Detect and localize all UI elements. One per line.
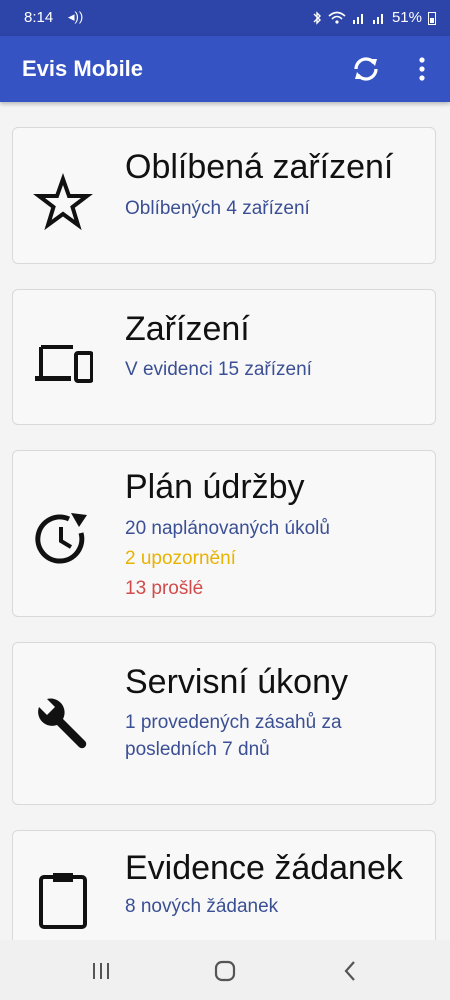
sound-icon: ◂)) [68, 9, 84, 24]
card-title: Servisní úkony [125, 663, 348, 701]
recent-apps-icon[interactable] [88, 958, 114, 984]
home-icon[interactable] [212, 958, 238, 984]
schedule-icon [35, 513, 87, 564]
clipboard-icon [39, 873, 87, 929]
card-title: Zařízení [125, 310, 250, 348]
wifi-icon [328, 11, 346, 24]
app-bar: Evis Mobile [0, 36, 450, 102]
bluetooth-icon [313, 10, 321, 25]
card-service-actions[interactable]: Servisní úkony 1 provedených zásahů za p… [12, 642, 436, 805]
status-time: 8:14 [24, 9, 54, 26]
card-requests[interactable]: Evidence žádanek 8 nových žádanek [12, 830, 436, 940]
battery-level: 51% [391, 9, 422, 26]
devices-icon [35, 345, 93, 383]
status-right: 51% [312, 9, 436, 26]
star-icon [33, 173, 93, 231]
system-nav-bar [0, 940, 450, 1000]
battery-icon [428, 11, 436, 25]
wrench-icon [38, 698, 87, 749]
signal-icon-2 [372, 13, 383, 24]
back-icon[interactable] [338, 958, 364, 984]
dashboard-list: Oblíbená zařízení Oblíbených 4 zařízení … [0, 102, 450, 940]
card-favorite-devices[interactable]: Oblíbená zařízení Oblíbených 4 zařízení [12, 127, 436, 264]
signal-icon [352, 13, 363, 24]
card-subtitle: 1 provedených zásahů za posledních 7 dnů [125, 712, 342, 760]
status-bar: 8:14 ◂)) 51% [0, 0, 450, 36]
card-title: Plán údržby [125, 468, 305, 506]
more-menu-icon[interactable] [412, 53, 432, 85]
card-devices[interactable]: Zařízení V evidenci 15 zařízení [12, 289, 436, 425]
refresh-icon[interactable] [350, 53, 382, 85]
card-subtitle: Oblíbených 4 zařízení [125, 198, 310, 219]
card-subtitle: 8 nových žádanek [125, 896, 279, 917]
card-subtitle-expired: 13 prošlé [125, 578, 204, 599]
card-subtitle-tasks: 20 naplánovaných úkolů [125, 518, 330, 539]
app-title: Evis Mobile [22, 56, 144, 81]
card-title: Oblíbená zařízení [125, 148, 394, 186]
card-title: Evidence žádanek [125, 849, 403, 887]
card-subtitle-warnings: 2 upozornění [125, 548, 236, 569]
card-subtitle: V evidenci 15 zařízení [125, 359, 312, 380]
card-maintenance-plan[interactable]: Plán údržby 20 naplánovaných úkolů 2 upo… [12, 450, 436, 617]
